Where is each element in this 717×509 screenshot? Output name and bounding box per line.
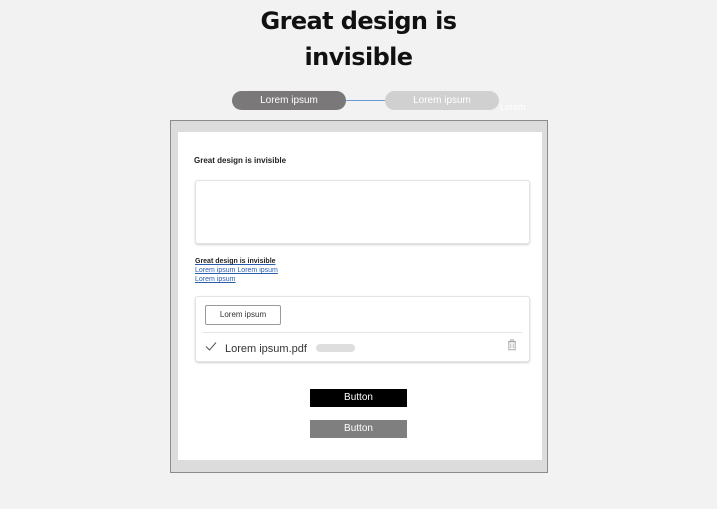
form-card: Great design is invisible Great design i…	[178, 132, 542, 460]
step-1-pill[interactable]: Lorem ipsum	[232, 91, 346, 110]
step-2-pill[interactable]: Lorem ipsum	[385, 91, 499, 110]
link-1[interactable]: Lorem ipsum Lorem ipsum	[195, 266, 278, 275]
form-title: Great design is invisible	[194, 156, 287, 165]
step-3-label: Lorem	[500, 102, 526, 112]
page: Great design is invisible Lorem ipsum Lo…	[0, 0, 717, 509]
file-name: Lorem ipsum.pdf	[225, 343, 307, 355]
hero-title-line-1: Great design is	[260, 7, 458, 35]
link-2[interactable]: Lorem ipsum	[195, 275, 278, 284]
stepper: Lorem ipsum Lorem ipsum Lorem	[0, 91, 717, 112]
links-title[interactable]: Great design is invisible	[195, 257, 278, 266]
file-progress-bar	[316, 344, 355, 352]
link-group: Great design is invisible Lorem ipsum Lo…	[195, 257, 278, 284]
primary-button[interactable]: Button	[310, 389, 407, 407]
upload-button[interactable]: Lorem ipsum	[205, 305, 281, 325]
trash-icon[interactable]	[505, 338, 519, 352]
check-icon	[205, 342, 217, 351]
upload-divider	[202, 332, 522, 333]
stepper-connector	[346, 100, 385, 101]
message-textarea[interactable]	[195, 180, 530, 244]
hero-title: Great design is invisible	[0, 3, 717, 75]
secondary-button[interactable]: Button	[310, 420, 407, 438]
hero-title-line-2: invisible	[304, 43, 414, 71]
file-upload-box: Lorem ipsum Lorem ipsum.pdf	[195, 296, 530, 362]
form-frame: Great design is invisible Great design i…	[170, 120, 548, 473]
